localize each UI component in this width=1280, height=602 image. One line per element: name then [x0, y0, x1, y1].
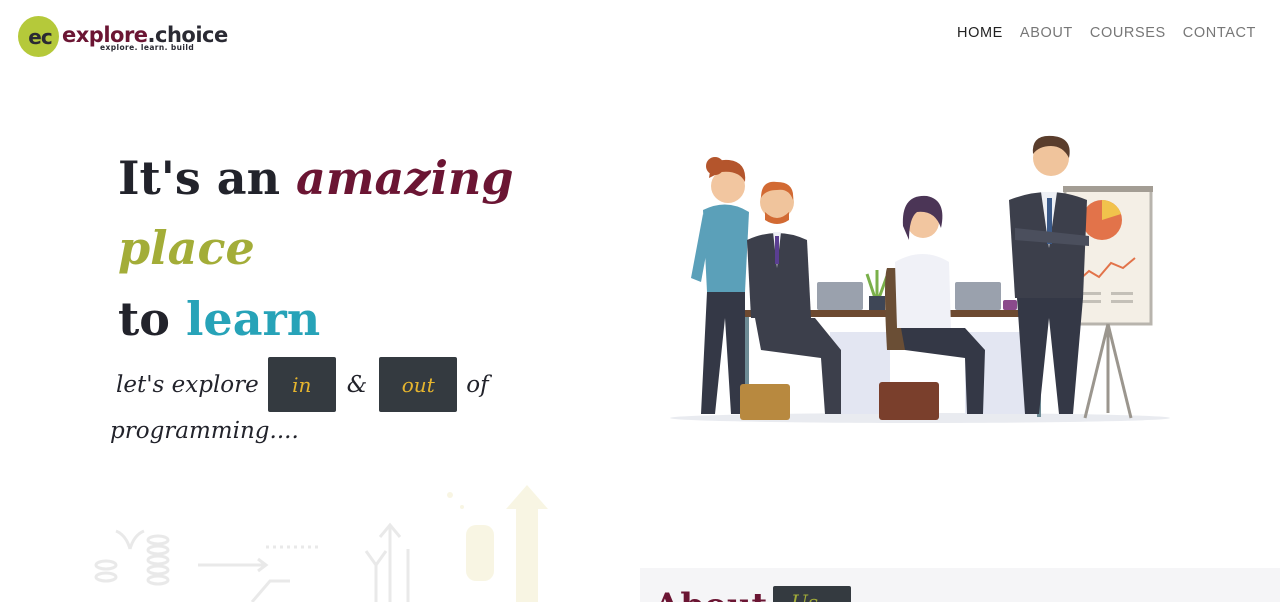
logo-mark: ec — [28, 25, 52, 49]
nav-about[interactable]: ABOUT — [1020, 25, 1073, 41]
woman-standing-icon — [691, 157, 749, 414]
chip-out: out — [379, 357, 458, 412]
hero-heading-line2: place — [118, 221, 255, 275]
site-logo[interactable]: ec explore.choice explore. learn. build — [18, 16, 258, 58]
laptop-icon — [817, 282, 863, 310]
nav-contact[interactable]: CONTACT — [1183, 25, 1256, 41]
logo-tagline: explore. learn. build — [100, 43, 195, 52]
about-chip: Us — [773, 586, 851, 602]
about-chip-text: Us — [791, 590, 819, 602]
mug-icon — [1003, 300, 1017, 310]
office-team-illustration — [670, 135, 1170, 423]
subtitle-amp: & — [346, 371, 368, 398]
about-section: About Us — [640, 568, 1280, 602]
briefcase-icon — [879, 382, 939, 420]
briefcase-icon — [740, 384, 790, 420]
subtitle-text-b: of — [466, 371, 489, 398]
hero-subtitle-line2: programming.... — [110, 418, 299, 444]
hero-heading-line3: to learn — [118, 292, 321, 346]
subtitle-text-a: let's explore — [116, 371, 259, 398]
main-nav: HOME ABOUT COURSES CONTACT — [957, 25, 1256, 41]
growth-background-graphic — [94, 485, 548, 602]
hero-heading-line1: It's an amazing — [118, 151, 514, 205]
plant-icon — [865, 270, 889, 310]
chip-in: in — [267, 357, 336, 412]
laptop-icon — [955, 282, 1001, 310]
nav-courses[interactable]: COURSES — [1090, 25, 1166, 41]
hero-subtitle: let's explore in & out of — [116, 357, 489, 412]
nav-home[interactable]: HOME — [957, 25, 1003, 41]
about-title: About — [654, 586, 767, 602]
